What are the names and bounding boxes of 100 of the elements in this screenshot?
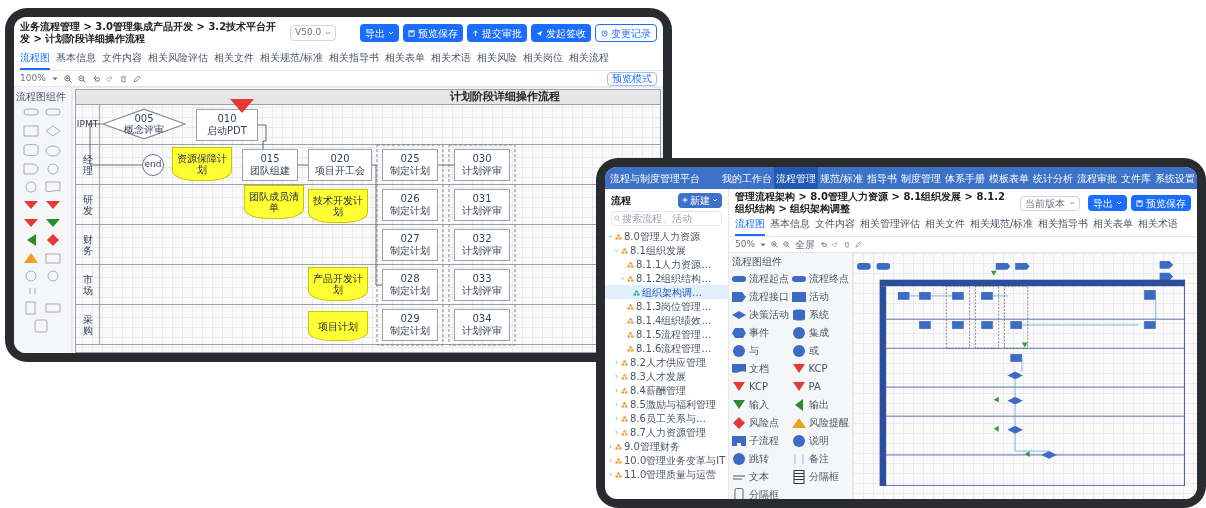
tree-item[interactable]: 8.5激励与福利管理 xyxy=(605,397,728,411)
tab[interactable]: 相关风险评估 xyxy=(148,50,208,70)
tree-item[interactable]: 11.0管理质量与运营 xyxy=(605,467,728,481)
tab[interactable]: 相关指导书 xyxy=(329,50,380,70)
nav-item[interactable]: 规范/标准 xyxy=(817,167,865,189)
toolbar-button[interactable]: 导出 xyxy=(1088,195,1127,211)
shape-label: 说明 xyxy=(808,434,829,448)
tree-item[interactable]: 8.2人才供应管理 xyxy=(605,355,728,369)
nav-item[interactable]: 流程审批 xyxy=(1075,167,1119,189)
zoom-select[interactable]: 50% xyxy=(735,237,755,252)
nav-item[interactable]: 体系手册 xyxy=(943,167,987,189)
new-button[interactable]: 新建 xyxy=(678,192,722,208)
nav-item[interactable]: 统计分析 xyxy=(1031,167,1075,189)
tree-item[interactable]: 8.1.2组织结构… xyxy=(605,271,728,285)
tab[interactable]: 相关风险 xyxy=(477,50,518,70)
hexagon-icon[interactable] xyxy=(731,325,747,340)
version-select[interactable]: 当前版本 xyxy=(1020,195,1080,211)
toolbar-button[interactable]: 预览保存 xyxy=(403,24,463,42)
circle-icon[interactable] xyxy=(731,451,747,466)
caret-icon[interactable] xyxy=(51,76,58,81)
tree-item[interactable]: 8.7人力资源管理 xyxy=(605,425,728,439)
tab[interactable]: 相关表单 xyxy=(385,50,426,70)
circle-icon[interactable] xyxy=(790,325,807,340)
tab[interactable]: 流程图 xyxy=(735,216,765,236)
caret-icon[interactable] xyxy=(760,242,766,247)
shape-label: 跳转 xyxy=(749,452,769,466)
tree-item[interactable]: 8.1.4组织绩效… xyxy=(605,313,728,327)
pentagon-arrow-icon[interactable] xyxy=(731,289,747,304)
preview-mode-button[interactable]: 预览模式 xyxy=(607,71,657,86)
pen-icon[interactable] xyxy=(855,241,862,248)
toolbar-button[interactable]: 发起签收 xyxy=(531,24,591,42)
tab[interactable]: 相关文件 xyxy=(925,216,965,236)
toolbar-button[interactable]: 导出 xyxy=(360,24,399,42)
tree-item[interactable]: 8.1组织发展 xyxy=(605,243,728,257)
tree-item[interactable]: 组织架构调… xyxy=(605,285,728,299)
rectangle-icon[interactable] xyxy=(790,289,807,304)
nav-item[interactable]: 流程管理 xyxy=(773,167,818,189)
undo-icon[interactable] xyxy=(91,74,100,83)
tab[interactable]: 相关流程 xyxy=(569,50,610,70)
zoom-out-icon[interactable] xyxy=(77,74,86,83)
document-icon[interactable] xyxy=(731,361,747,376)
tab[interactable]: 基本信息 xyxy=(770,216,810,236)
palette-title: 流程图组件 xyxy=(731,255,783,269)
nav-item[interactable]: 制度管理 xyxy=(899,167,943,189)
cylinder-icon[interactable] xyxy=(790,307,807,322)
circle-icon[interactable] xyxy=(790,343,807,358)
shape-label: 系统 xyxy=(808,308,829,322)
tree-item[interactable]: 8.1.5流程管理… xyxy=(605,327,728,341)
chevron-icon[interactable] xyxy=(325,31,332,35)
trash-icon[interactable] xyxy=(119,74,127,83)
tab[interactable]: 相关管理评估 xyxy=(860,216,920,236)
hierarchy-icon xyxy=(621,414,628,422)
fullscreen-button[interactable]: 全屏 xyxy=(795,237,815,252)
tab[interactable]: 相关规范/标准 xyxy=(260,50,324,70)
shape-label: 风险提醒 xyxy=(808,416,849,430)
undo-icon[interactable] xyxy=(820,241,827,248)
tab[interactable]: 基本信息 xyxy=(56,50,96,70)
toolbar-button[interactable]: 变更记录 xyxy=(595,24,657,42)
toolbar-button[interactable]: 提交审批 xyxy=(467,24,527,42)
circle-icon[interactable] xyxy=(790,433,807,448)
tab[interactable]: 文件内容 xyxy=(102,50,142,70)
zoom-in-icon[interactable] xyxy=(771,241,778,248)
circle-icon[interactable] xyxy=(731,343,747,358)
tab[interactable]: 相关规范/标准 xyxy=(970,216,1034,236)
nav-item[interactable]: 我的工作台 xyxy=(719,167,774,189)
nav-item[interactable]: 系统设置 xyxy=(1153,167,1197,189)
phone-icon[interactable] xyxy=(731,487,747,499)
tab[interactable]: 相关岗位 xyxy=(523,50,564,70)
tab[interactable]: 相关术语 xyxy=(431,50,472,70)
tree-item[interactable]: 8.0管理人力资源 xyxy=(605,229,728,243)
tab[interactable]: 相关表单 xyxy=(1093,216,1134,236)
tab[interactable]: 相关指导书 xyxy=(1038,216,1089,236)
nav-item[interactable]: 文件库 xyxy=(1119,167,1153,189)
tree-item[interactable]: 8.1.1人力资源… xyxy=(605,257,728,271)
search-field[interactable]: 搜索流程、活动 xyxy=(611,211,722,226)
table-icon[interactable] xyxy=(790,469,807,484)
tab[interactable]: 流程图 xyxy=(20,50,50,70)
zoom-in-icon[interactable] xyxy=(63,74,72,83)
nav-item[interactable]: 指导书 xyxy=(865,167,899,189)
tree-item[interactable]: 8.1.3岗位管理… xyxy=(605,299,728,313)
version-select[interactable]: V50.0 xyxy=(290,25,337,41)
chevron-icon[interactable] xyxy=(1069,201,1075,205)
pen-icon[interactable] xyxy=(132,74,141,83)
tree-item[interactable]: 8.3人才发展 xyxy=(605,369,728,383)
diamond-icon[interactable] xyxy=(731,415,747,430)
trash-icon[interactable] xyxy=(844,241,850,248)
app-title: 流程与制度管理平台 xyxy=(609,171,701,186)
nav-item[interactable]: 模板表单 xyxy=(987,167,1031,189)
tab[interactable]: 相关术语 xyxy=(1138,216,1179,236)
tab[interactable]: 相关文件 xyxy=(214,50,254,70)
zoom-select[interactable]: 100% xyxy=(20,71,46,86)
tree-item[interactable]: 8.4薪酬管理 xyxy=(605,383,728,397)
tree-item[interactable]: 9.0管理财务 xyxy=(605,439,728,453)
tree-item[interactable]: 10.0管理业务变革与IT xyxy=(605,453,728,467)
toolbar-button[interactable]: 预览保存 xyxy=(1131,195,1191,211)
zoom-out-icon[interactable] xyxy=(783,241,790,248)
lane-label: 财务 xyxy=(82,233,93,256)
tree-item[interactable]: 8.1.6流程管理… xyxy=(605,341,728,355)
tab[interactable]: 文件内容 xyxy=(815,216,855,236)
tree-item[interactable]: 8.6员工关系与… xyxy=(605,411,728,425)
